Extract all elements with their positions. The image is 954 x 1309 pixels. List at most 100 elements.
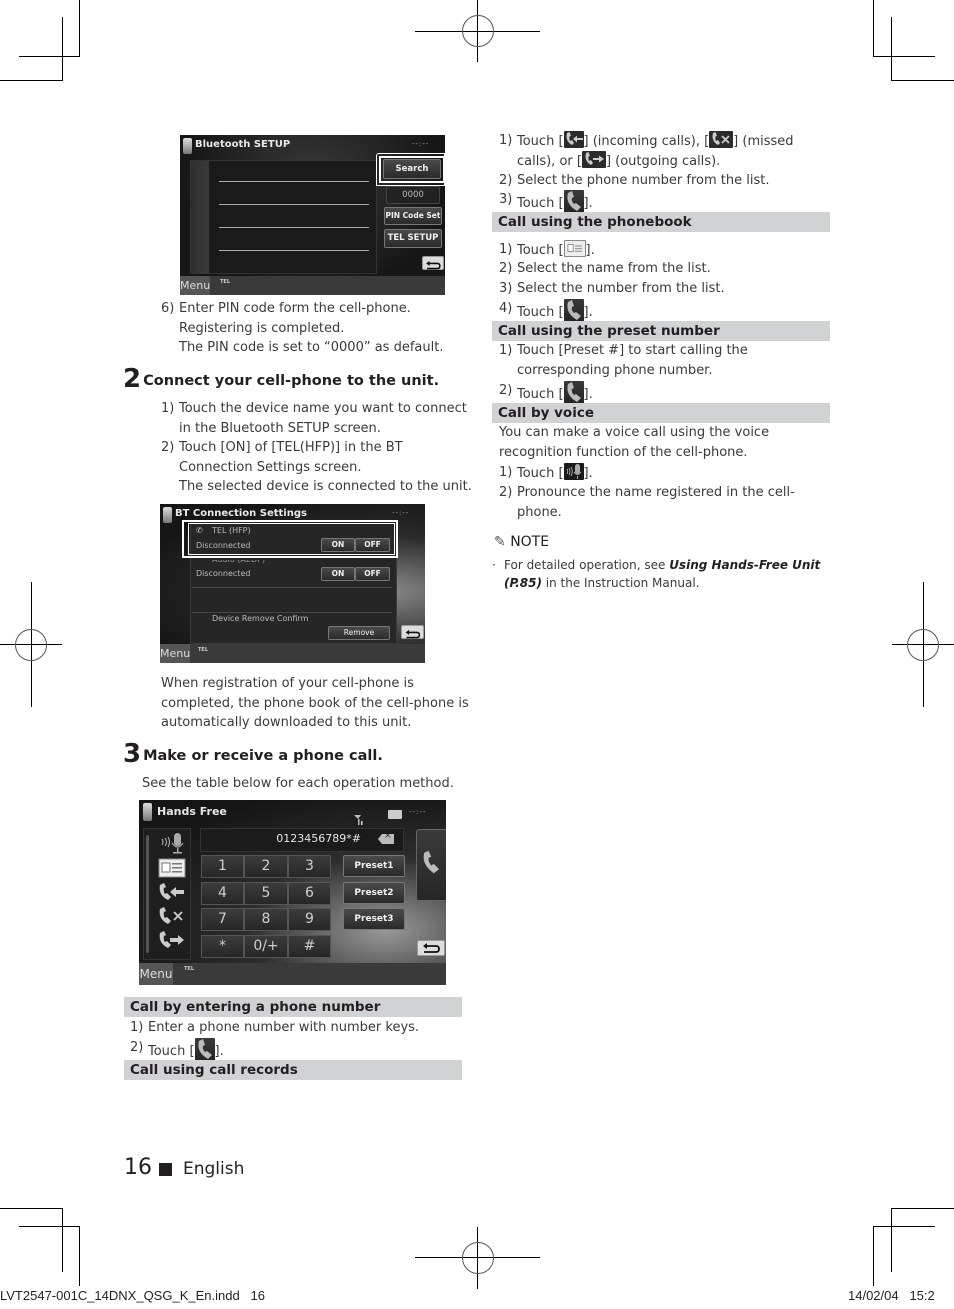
- key-8[interactable]: 8: [244, 908, 288, 931]
- incoming-call-icon: [159, 883, 184, 900]
- list-row[interactable]: [219, 227, 369, 228]
- call-button[interactable]: [416, 829, 446, 901]
- signal-strength-icon: [354, 810, 364, 825]
- voice-step-2: 2) Pronounce the name registered in the …: [499, 485, 795, 520]
- preset-3-button[interactable]: Preset3: [343, 908, 405, 930]
- records-step-1: 1) Touch [] (incoming calls), [] (missed…: [499, 131, 794, 169]
- records-step-2: 2) Select the phone number from the list…: [499, 173, 770, 188]
- hands-free-screenshot: Hands Free --:-- 0123456789*# × 1 2 3 4 …: [139, 800, 446, 985]
- phonebook-icon: [158, 858, 186, 878]
- back-button[interactable]: [401, 625, 424, 639]
- step-1: 1) Touch the device name you want to con…: [161, 401, 467, 436]
- file-slug: LVT2547-001C_14DNX_QSG_K_En.indd 16: [0, 1288, 265, 1303]
- note-bullet: ·: [492, 558, 496, 572]
- microphone-icon: [563, 463, 584, 480]
- step-2: 2) Touch [ON] of [TEL(HFP)] in the BT Co…: [161, 440, 472, 495]
- note-text: For detailed operation, see Using Hands-…: [504, 558, 821, 590]
- manual-reference-link[interactable]: Using Hands-Free Unit: [669, 558, 820, 572]
- section-number: 2: [123, 364, 141, 394]
- microphone-icon: [161, 833, 184, 854]
- section-number: 3: [123, 739, 141, 769]
- voice-step-1: 1) Touch [].: [499, 463, 593, 481]
- menu-button[interactable]: Menu: [139, 963, 173, 985]
- table-heading-voice: Call by voice: [492, 403, 830, 423]
- section-marker-square: [159, 1163, 172, 1176]
- call-icon: [563, 299, 584, 323]
- registration-note: When registration of your cell-phone is …: [161, 676, 469, 731]
- incoming-calls-button[interactable]: [154, 881, 188, 903]
- menu-button[interactable]: Menu: [180, 276, 210, 295]
- list-row[interactable]: [219, 250, 369, 251]
- preset-step-1: 1) Touch [Preset #] to start calling the…: [499, 343, 748, 378]
- key-6[interactable]: 6: [288, 882, 331, 905]
- phonebook-button[interactable]: [154, 857, 188, 879]
- menu-button[interactable]: Menu: [160, 644, 190, 663]
- device-remove-confirm-label: Device Remove Confirm: [212, 614, 309, 623]
- strip-scrollbar[interactable]: [146, 835, 149, 953]
- phonebook-step-4: 4) Touch [].: [499, 299, 829, 323]
- outgoing-calls-button[interactable]: [154, 929, 188, 953]
- back-arrow-icon: [426, 260, 441, 270]
- phone-call-icon: [423, 850, 440, 874]
- audio-on-button[interactable]: ON: [321, 567, 355, 581]
- table-heading-phonebook: Call using the phonebook: [492, 212, 830, 232]
- tel-indicator: TEL: [184, 966, 195, 972]
- table-step: 2) Touch [].: [130, 1038, 460, 1062]
- search-button[interactable]: Search: [383, 159, 441, 179]
- back-button[interactable]: [422, 256, 444, 270]
- phone-icon: [163, 507, 172, 523]
- table-heading-preset: Call using the preset number: [492, 321, 830, 341]
- key-0-plus[interactable]: 0/+: [244, 935, 288, 958]
- clock: --:--: [412, 140, 430, 148]
- audio-off-button[interactable]: OFF: [355, 567, 390, 581]
- call-icon: [563, 190, 584, 214]
- remove-button[interactable]: Remove: [328, 626, 390, 640]
- list-row[interactable]: [219, 181, 369, 182]
- backspace-icon: ×: [384, 831, 392, 841]
- preset-step-2: 2) Touch [].: [499, 381, 829, 405]
- pin-code-value: 0000: [386, 186, 440, 204]
- table-heading-entering-number: Call by entering a phone number: [124, 997, 462, 1017]
- screen-title: Hands Free: [157, 805, 227, 818]
- key-1[interactable]: 1: [201, 855, 244, 878]
- key-3[interactable]: 3: [288, 855, 331, 878]
- phonebook-step-1: 1) Touch [].: [499, 240, 595, 258]
- voice-intro: You can make a voice call using the voic…: [499, 425, 770, 460]
- call-icon: [563, 381, 584, 405]
- key-star[interactable]: *: [201, 935, 244, 958]
- section-title: Make or receive a phone call.: [143, 748, 383, 764]
- bt-connection-settings-screenshot: BT Connection Settings --:-- ✆ TEL (HFP)…: [160, 504, 425, 663]
- outgoing-call-icon: [159, 931, 184, 948]
- language-label: English: [183, 1159, 245, 1179]
- date-slug: 14/02/04 15:2: [848, 1288, 935, 1303]
- list-scrollbar[interactable]: [191, 161, 209, 273]
- preset-1-button[interactable]: Preset1: [343, 855, 405, 877]
- phonebook-icon: [563, 240, 586, 257]
- page-number: 16: [124, 1155, 152, 1180]
- screen-title: BT Connection Settings: [175, 508, 307, 519]
- section-3-heading: 3 Make or receive a phone call.: [123, 739, 383, 769]
- key-9[interactable]: 9: [288, 908, 331, 931]
- key-2[interactable]: 2: [244, 855, 288, 878]
- screen-title: Bluetooth SETUP: [195, 139, 291, 150]
- step-6: 6) Enter PIN code form the cell-phone. R…: [161, 301, 444, 356]
- back-arrow-icon: [423, 943, 440, 953]
- voice-dial-button[interactable]: [154, 831, 188, 855]
- key-4[interactable]: 4: [201, 882, 244, 905]
- preset-2-button[interactable]: Preset2: [343, 882, 405, 904]
- battery-icon: [388, 810, 402, 819]
- backspace-button[interactable]: ×: [378, 834, 394, 844]
- pin-code-set-button[interactable]: PIN Code Set: [384, 207, 442, 225]
- list-row[interactable]: [219, 204, 369, 205]
- outgoing-call-icon: [581, 150, 606, 168]
- key-hash[interactable]: #: [288, 935, 331, 958]
- key-5[interactable]: 5: [244, 882, 288, 905]
- phonebook-step-2: 2) Select the name from the list.: [499, 261, 711, 276]
- page-reference[interactable]: (P.85): [504, 576, 542, 590]
- section-2-heading: 2 Connect your cell-phone to the unit.: [123, 364, 439, 394]
- table-step: 1) Enter a phone number with number keys…: [130, 1020, 420, 1035]
- missed-calls-button[interactable]: [154, 905, 188, 927]
- back-button[interactable]: [417, 940, 445, 956]
- tel-setup-button[interactable]: TEL SETUP: [384, 229, 442, 248]
- key-7[interactable]: 7: [201, 908, 244, 931]
